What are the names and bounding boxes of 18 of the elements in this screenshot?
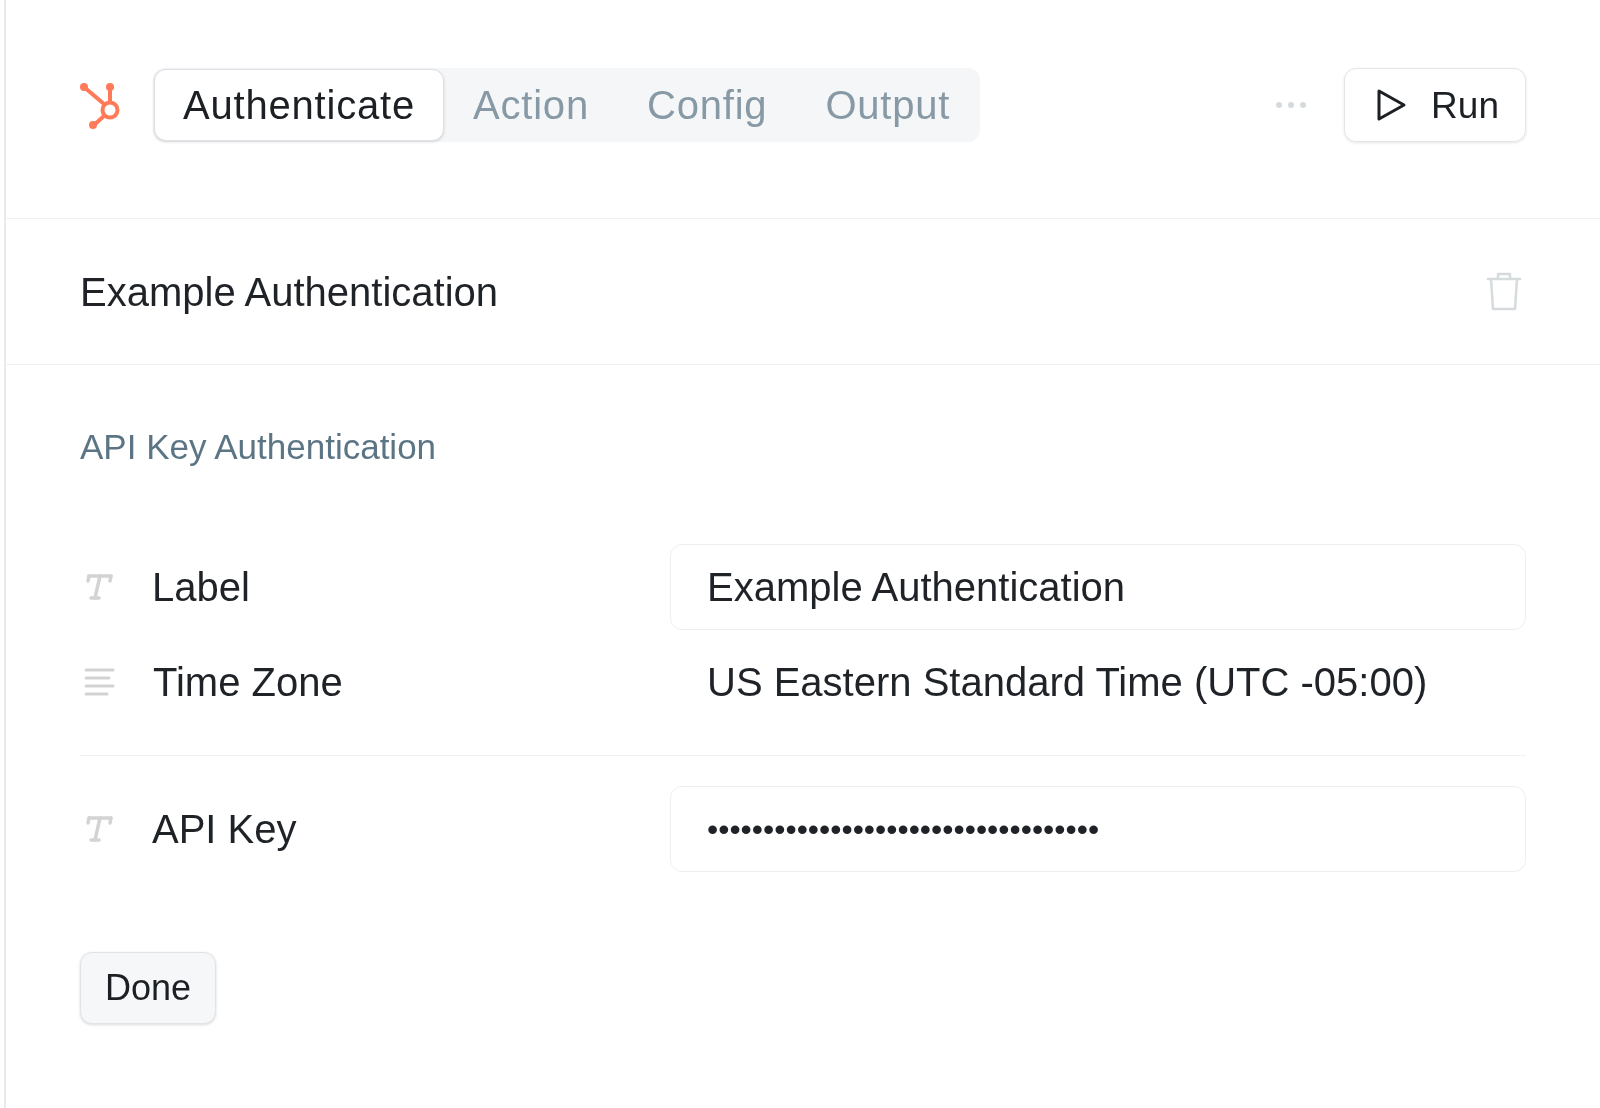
password-field[interactable]: ••••••••••••••••••••••••••••••••••• bbox=[670, 786, 1526, 872]
run-button[interactable]: Run bbox=[1344, 68, 1526, 142]
section-heading: API Key Authentication bbox=[80, 426, 438, 468]
auth-title: Example Authentication bbox=[80, 268, 499, 316]
logo-icon bbox=[80, 82, 122, 130]
more-icon[interactable] bbox=[1276, 101, 1307, 109]
text-type-icon bbox=[84, 814, 114, 844]
field-label: Label bbox=[152, 564, 250, 611]
trash-icon[interactable] bbox=[1486, 271, 1522, 312]
input-field[interactable]: Example Authentication bbox=[670, 544, 1526, 630]
text-type-icon bbox=[84, 572, 114, 602]
play-icon bbox=[1376, 88, 1408, 122]
lines-icon bbox=[84, 667, 115, 697]
tab[interactable]: Authenticate bbox=[154, 69, 444, 141]
done-button[interactable]: Done bbox=[80, 952, 217, 1024]
field-label: Time Zone bbox=[153, 659, 343, 706]
dropdown-field[interactable]: US Eastern Standard Time (UTC -05:00) bbox=[707, 657, 1428, 707]
field-label: API Key bbox=[152, 806, 297, 853]
